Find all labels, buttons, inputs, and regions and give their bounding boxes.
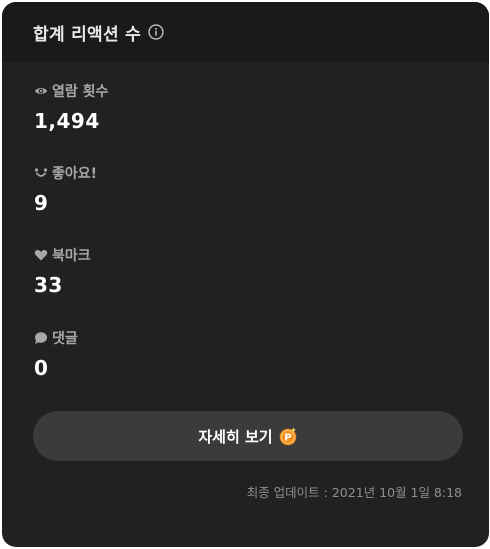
metric-comments-value: 0 — [34, 356, 49, 380]
metric-likes: 좋아요! 9 — [34, 163, 97, 215]
view-details-button[interactable]: 자세히 보기 P — [33, 411, 463, 461]
reaction-summary-card: 합계 리액션 수 열람 횟수 1,494 좋아요! 9 북마크 33 댓글 0 … — [2, 2, 489, 547]
metric-bookmarks: 북마크 33 — [34, 245, 91, 297]
view-details-label: 자세히 보기 — [198, 427, 273, 446]
coin-letter: P — [284, 433, 291, 444]
metric-bookmarks-value: 33 — [34, 273, 63, 297]
heart-icon — [34, 248, 48, 262]
metric-comments-label: 댓글 — [52, 331, 78, 347]
metric-bookmarks-label: 북마크 — [52, 248, 91, 264]
eye-icon — [34, 84, 48, 98]
metric-likes-label: 좋아요! — [52, 166, 98, 182]
metric-views-label: 열람 횟수 — [52, 84, 109, 100]
smile-icon — [34, 166, 48, 180]
last-updated-text: 최종 업데이트 : 2021년 10월 1일 8:18 — [246, 485, 462, 500]
card-header: 합계 리액션 수 — [2, 2, 489, 62]
metric-likes-value: 9 — [34, 191, 49, 215]
card-title: 합계 리액션 수 — [33, 24, 142, 45]
metric-views-value: 1,494 — [34, 109, 100, 133]
metric-comments: 댓글 0 — [34, 328, 78, 380]
point-coin-icon: P — [278, 426, 298, 446]
info-icon[interactable] — [148, 24, 164, 40]
metric-views: 열람 횟수 1,494 — [34, 81, 108, 133]
comment-icon — [34, 331, 48, 345]
